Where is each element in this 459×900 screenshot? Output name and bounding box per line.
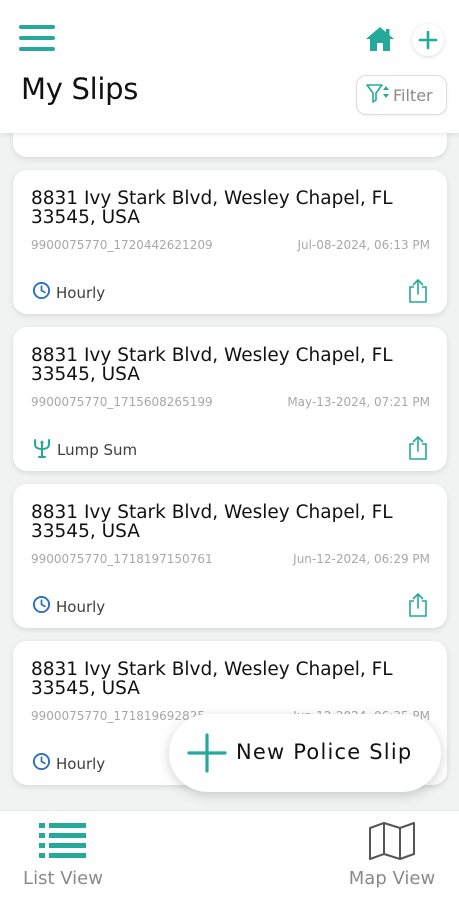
slip-id: 9900075770_171819692825 xyxy=(31,709,205,723)
slip-list[interactable]: 8831 Ivy Stark Blvd, Wesley Chapel, FL 3… xyxy=(0,133,459,810)
rate-type: Hourly xyxy=(32,281,105,304)
map-view-label: Map View xyxy=(348,868,436,889)
list-item-partial[interactable] xyxy=(13,133,447,157)
slip-address: 8831 Ivy Stark Blvd, Wesley Chapel, FL 3… xyxy=(31,345,393,385)
new-police-slip-label: New Police Slip xyxy=(236,740,413,764)
slip-date: Jun-12-2024, 06:29 PM xyxy=(293,552,430,566)
new-police-slip-button[interactable]: New Police Slip xyxy=(169,714,441,792)
clock-icon xyxy=(32,595,51,618)
slip-id: 9900075770_1720442621209 xyxy=(31,238,213,252)
slip-id: 9900075770_1715608265199 xyxy=(31,395,213,409)
list-view-icon xyxy=(39,822,87,864)
home-icon[interactable] xyxy=(364,24,396,54)
list-view-label: List View xyxy=(23,868,103,889)
tab-map-view[interactable]: Map View xyxy=(322,811,459,900)
slip-card[interactable]: 8831 Ivy Stark Blvd, Wesley Chapel, FL 3… xyxy=(13,170,447,314)
filter-label: Filter xyxy=(393,85,433,105)
rate-type-label: Hourly xyxy=(56,283,106,302)
rate-type-label: Lump Sum xyxy=(57,441,138,459)
slip-address: 8831 Ivy Stark Blvd, Wesley Chapel, FL 3… xyxy=(31,188,393,228)
slip-address: 8831 Ivy Stark Blvd, Wesley Chapel, FL 3… xyxy=(31,502,393,542)
share-icon[interactable] xyxy=(407,278,429,304)
plus-icon xyxy=(187,733,227,773)
filter-button[interactable]: Filter xyxy=(356,75,447,115)
share-icon[interactable] xyxy=(407,592,429,618)
slip-id: 9900075770_1718197150761 xyxy=(31,552,213,566)
rate-type: Hourly xyxy=(32,752,105,775)
page-title: My Slips xyxy=(21,72,139,106)
add-icon[interactable] xyxy=(412,24,444,56)
slip-card[interactable]: 8831 Ivy Stark Blvd, Wesley Chapel, FL 3… xyxy=(13,327,447,471)
app-screen: My Slips Filter 8831 Ivy Stark Blvd, Wes… xyxy=(0,0,459,900)
menu-icon[interactable] xyxy=(19,25,57,51)
slip-date: May-13-2024, 07:21 PM xyxy=(287,395,430,409)
share-icon[interactable] xyxy=(407,435,429,461)
trident-icon xyxy=(32,438,52,462)
map-view-icon xyxy=(368,822,416,864)
slip-date: Jul-08-2024, 06:13 PM xyxy=(297,238,430,252)
clock-icon xyxy=(32,281,51,304)
rate-type-label: Hourly xyxy=(56,754,106,773)
rate-type-label: Hourly xyxy=(56,597,106,616)
slip-card[interactable]: 8831 Ivy Stark Blvd, Wesley Chapel, FL 3… xyxy=(13,484,447,628)
rate-type: Hourly xyxy=(32,595,105,618)
app-header: My Slips Filter xyxy=(0,0,459,133)
clock-icon xyxy=(32,752,51,775)
filter-icon xyxy=(365,82,391,108)
rate-type: Lump Sum xyxy=(32,438,137,462)
slip-address: 8831 Ivy Stark Blvd, Wesley Chapel, FL 3… xyxy=(31,659,393,699)
bottom-nav: List View Map View xyxy=(0,810,459,900)
tab-list-view[interactable]: List View xyxy=(0,811,133,900)
